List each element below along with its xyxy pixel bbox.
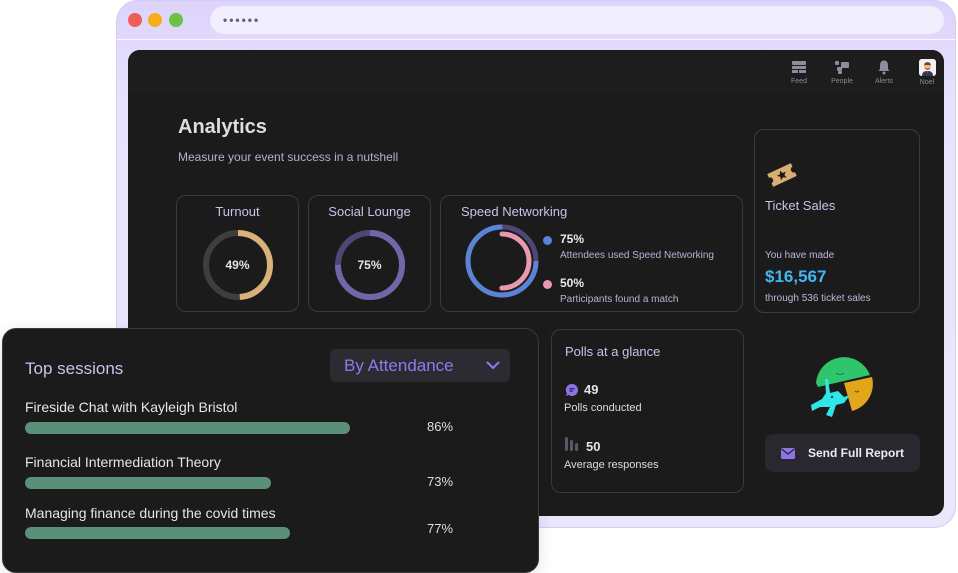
ticket-sales-title: Ticket Sales (765, 198, 836, 213)
nav-alerts-label: Alerts (875, 78, 893, 85)
nav-feed-label: Feed (791, 78, 807, 85)
sort-dropdown-value: By Attendance (344, 356, 454, 375)
turnout-donut: 49% (201, 228, 275, 302)
ticket-sales-card: Ticket Sales You have made $16,567 throu… (754, 129, 920, 313)
address-bar[interactable]: •••••• (210, 6, 944, 34)
nav-people-label: People (831, 78, 853, 85)
sn-used-label: Attendees used Speed Networking (560, 250, 714, 261)
session-bar-fill (25, 527, 290, 539)
ticket-sales-made-label: You have made (765, 250, 835, 261)
polls-card: Polls at a glance 49 Polls conducted 50 … (551, 329, 744, 493)
sn-match-value: 50% (560, 276, 585, 290)
social-lounge-donut: 75% (333, 228, 407, 302)
session-percentage: 86% (427, 419, 454, 434)
chevron-down-icon (486, 361, 500, 370)
send-full-report-label: Send Full Report (808, 446, 904, 460)
sn-inner-arc (472, 231, 532, 291)
envelope-icon (781, 447, 795, 459)
average-responses-value: 50 (586, 439, 601, 454)
avatar (918, 59, 936, 76)
chat-bubble-icon (565, 383, 578, 396)
sort-dropdown[interactable]: By Attendance (330, 349, 510, 382)
session-bar-fill (25, 477, 271, 489)
speed-networking-donut-chart (465, 224, 539, 298)
bell-icon (878, 60, 890, 75)
legend-dot-pink (543, 280, 552, 289)
average-responses-label: Average responses (564, 459, 659, 471)
polls-conducted-value: 49 (584, 382, 599, 397)
session-percentage: 77% (427, 521, 454, 536)
social-lounge-value: 75% (357, 258, 382, 272)
sn-used-value: 75% (560, 232, 585, 246)
send-full-report-button[interactable]: Send Full Report (765, 434, 920, 472)
nav-people[interactable]: People (822, 59, 862, 85)
page-title: Analytics (178, 116, 267, 138)
social-lounge-card: Social Lounge 75% (308, 195, 431, 312)
session-name: Managing finance during the covid times (25, 505, 276, 521)
browser-titlebar: •••••• (116, 0, 956, 40)
session-bar-track (25, 477, 405, 489)
maximize-window-button[interactable] (169, 13, 183, 27)
top-sessions-card: Top sessions By Attendance Fireside Chat… (2, 328, 539, 573)
nav-profile[interactable]: Noel (907, 59, 944, 86)
nav-alerts[interactable]: Alerts (864, 59, 904, 85)
turnout-card: Turnout 49% (176, 195, 299, 312)
ticket-sales-through: through 536 ticket sales (765, 293, 871, 304)
speed-networking-title: Speed Networking (461, 204, 568, 219)
social-lounge-title: Social Lounge (328, 204, 411, 219)
session-name: Financial Intermediation Theory (25, 454, 221, 470)
top-sessions-title: Top sessions (25, 359, 124, 378)
ticket-sales-amount: $16,567 (765, 267, 827, 286)
polls-conducted-label: Polls conducted (564, 402, 642, 414)
session-percentage: 73% (427, 474, 454, 489)
session-bar-track (25, 527, 405, 539)
session-name: Fireside Chat with Kayleigh Bristol (25, 399, 238, 415)
titlebar-divider (116, 39, 956, 40)
sn-match-label: Participants found a match (560, 294, 679, 305)
ticket-icon (767, 163, 797, 187)
turnout-value: 49% (225, 258, 250, 272)
session-bar-fill (25, 422, 350, 434)
legend-dot-blue (543, 236, 552, 245)
people-icon (835, 61, 849, 74)
speed-networking-card: Speed Networking 75% Attendees used Spee… (440, 195, 743, 312)
address-placeholder: •••••• (223, 13, 261, 27)
bar-chart-icon (565, 437, 578, 451)
turnout-title: Turnout (215, 204, 260, 219)
session-bar-track (25, 422, 405, 434)
nav-profile-label: Noel (919, 79, 935, 86)
pie-character-illustration (811, 357, 873, 417)
close-window-button[interactable] (128, 13, 142, 27)
nav-feed[interactable]: Feed (779, 59, 819, 85)
minimize-window-button[interactable] (148, 13, 162, 27)
app-header: Feed People Alerts Noel (128, 50, 944, 92)
page-subtitle: Measure your event success in a nutshell (178, 150, 399, 164)
feed-icon (792, 61, 806, 73)
polls-title: Polls at a glance (565, 344, 661, 359)
